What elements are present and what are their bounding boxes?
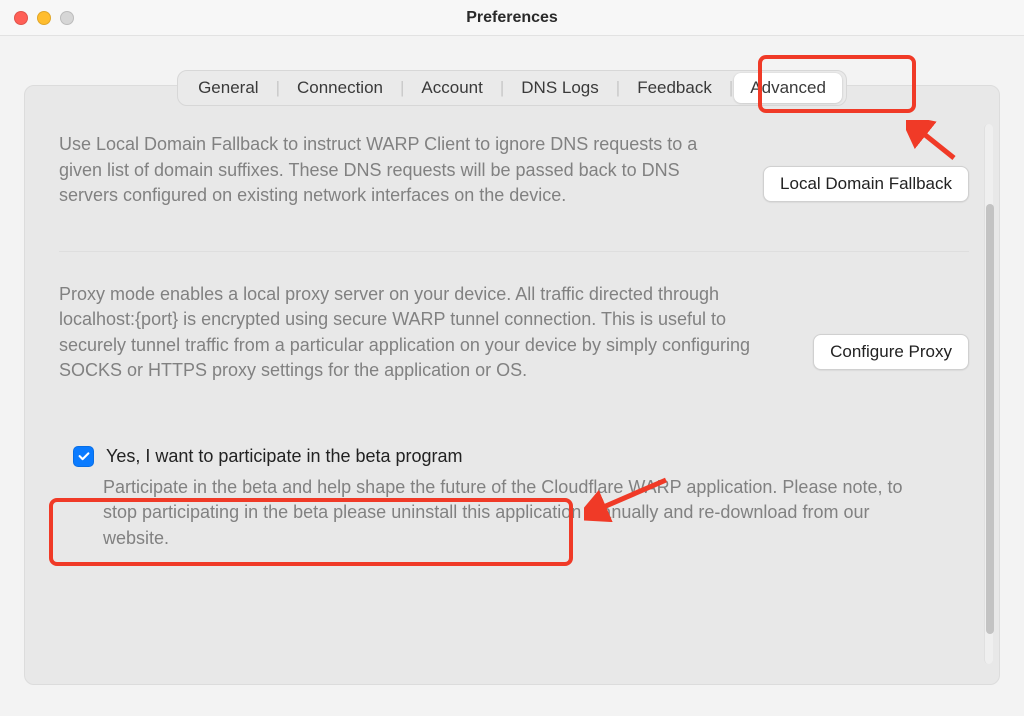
beta-checkbox[interactable] [73,446,94,467]
check-icon [77,449,91,463]
window-controls [14,11,74,25]
minimize-icon[interactable] [37,11,51,25]
beta-desc: Participate in the beta and help shape t… [103,475,939,552]
configure-proxy-button[interactable]: Configure Proxy [813,334,969,370]
close-icon[interactable] [14,11,28,25]
beta-checkbox-label: Yes, I want to participate in the beta p… [106,446,463,467]
scrollbar-thumb[interactable] [986,204,994,634]
divider [59,251,969,252]
beta-checkbox-row: Yes, I want to participate in the beta p… [73,446,969,467]
proxy-section: Proxy mode enables a local proxy server … [59,282,969,384]
proxy-desc: Proxy mode enables a local proxy server … [59,282,783,384]
local-domain-desc: Use Local Domain Fallback to instruct WA… [59,132,733,209]
scrollbar-track[interactable] [984,124,993,664]
zoom-icon[interactable] [60,11,74,25]
tab-advanced[interactable]: Advanced [734,73,842,103]
advanced-panel: Use Local Domain Fallback to instruct WA… [24,85,1000,685]
tab-account[interactable]: Account [405,73,498,103]
tab-dns-logs[interactable]: DNS Logs [505,73,614,103]
preferences-tabbar: General | Connection | Account | DNS Log… [177,70,847,106]
local-domain-fallback-button[interactable]: Local Domain Fallback [763,166,969,202]
tab-general[interactable]: General [182,73,274,103]
tab-connection[interactable]: Connection [281,73,399,103]
local-domain-section: Use Local Domain Fallback to instruct WA… [59,132,969,209]
tab-feedback[interactable]: Feedback [621,73,728,103]
titlebar: Preferences [0,0,1024,36]
window-title: Preferences [0,9,1024,27]
